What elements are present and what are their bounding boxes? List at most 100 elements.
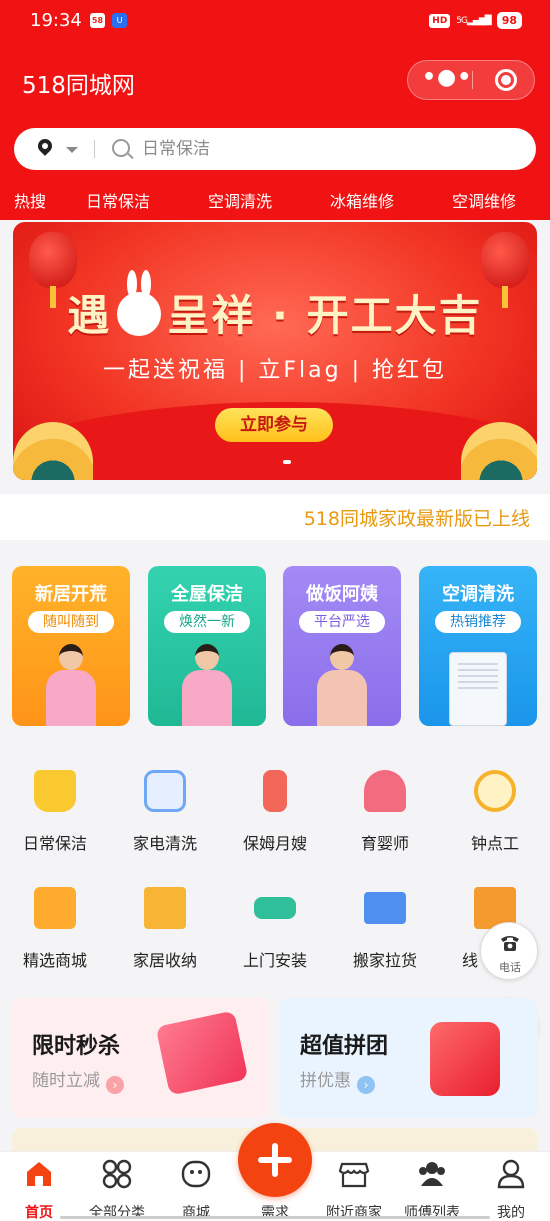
banner-title-left: 遇 [67,291,112,340]
service-card-title: 空调清洗 [442,584,514,605]
service-card-cooking[interactable]: 做饭阿姨 平台严选 [283,566,401,726]
header-bar: 19:34 58 U HD 5G▂▄▆█ 98 518同城网 •●• 热搜 日常… [0,0,550,220]
cleaner-illustration [46,644,96,726]
promo-group-buy[interactable]: 超值拼团 拼优惠 › [280,998,538,1118]
notice-bar[interactable]: 518同城家政最新版已上线 [0,494,550,540]
arrow-right-icon: › [106,1076,124,1094]
service-card-new-home[interactable]: 新居开荒 随叫随到 [12,566,130,726]
status-time: 19:34 [30,10,82,31]
alarm-clock-icon [474,770,516,812]
carousel-indicator [283,460,291,464]
grid-item-daily-cleaning[interactable]: 日常保洁 [0,770,110,870]
target-circle-icon[interactable] [495,69,517,91]
search-icon [112,139,130,157]
network-type: 5G [456,15,468,26]
battery-icon: 98 [496,12,522,29]
page-title: 518同城网 [22,73,135,99]
mini-program-capsule: •●• [407,60,535,100]
workers-icon [419,1162,445,1186]
chevron-down-icon[interactable] [66,147,78,153]
service-card-title: 新居开荒 [35,584,107,605]
grid-item-label: 家电清洗 [132,834,197,853]
grid-item-label: 保姆月嫂 [242,834,307,853]
lantern-left-icon [29,232,77,308]
search-bar [14,128,536,170]
coupon-illustration-icon [155,1010,249,1096]
mall-face-icon [181,1160,211,1188]
hot-term-daily-cleaning[interactable]: 日常保洁 [86,188,150,212]
grid-item-childcare[interactable]: 育婴师 [330,770,440,870]
grid-item-mall[interactable]: 精选商城 [0,887,110,987]
promo-flash-sale[interactable]: 限时秒杀 随时立减 › [12,998,270,1118]
grid-item-label: 搬家拉货 [352,951,417,970]
tab-all-categories[interactable]: 全部分类 [78,1152,156,1221]
promo-title: 限时秒杀 [32,1034,121,1059]
shopping-bag-icon [34,887,76,929]
grid-item-nanny[interactable]: 保姆月嫂 [220,770,330,870]
hand-coupon-illustration-icon [430,1022,500,1096]
washing-machine-icon [144,770,186,812]
air-conditioner-icon [449,652,507,726]
promo-subtitle: 随时立减 › [32,1066,124,1094]
grid-item-moving[interactable]: 搬家拉货 [330,887,440,987]
grid-item-installation[interactable]: 上门安装 [220,887,330,987]
profile-icon [497,1159,525,1189]
grid-item-label: 家居收纳 [132,951,197,970]
join-now-button[interactable]: 立即参与 [215,408,333,442]
hd-icon: HD [429,13,451,28]
hot-term-ac-repair[interactable]: 空调维修 [452,188,516,212]
service-card-whole-house[interactable]: 全屋保洁 焕然一新 [148,566,266,726]
grid-item-label: 钟点工 [470,834,519,853]
banner-title: 遇 呈祥 · 开工大吉 [13,270,537,343]
lantern-right-icon [481,232,529,308]
arrow-right-icon: › [357,1076,375,1094]
promo-subtitle: 拼优惠 › [300,1066,375,1094]
cook-illustration [317,644,367,726]
cleaner-illustration [182,644,232,726]
phone-icon [501,936,519,951]
tab-home[interactable]: 首页 [0,1152,78,1221]
rabbit-icon [117,270,162,336]
tab-mall[interactable]: 商城 [157,1152,235,1221]
hot-term-ac-cleaning[interactable]: 空调清洗 [208,188,272,212]
tab-worker-list[interactable]: 师傅列表 [393,1152,471,1221]
stroller-icon [364,770,406,812]
hot-term-fridge-repair[interactable]: 冰箱维修 [330,188,394,212]
phone-float-button[interactable]: 电话 [480,922,538,980]
promo-banner[interactable]: 遇 呈祥 · 开工大吉 一起送祝福 | 立Flag | 抢红包 立即参与 [13,222,537,480]
nearby-store-icon [338,1162,370,1188]
truck-icon [364,892,406,924]
grid-item-label: 上门安装 [242,951,307,970]
home-icon [27,1162,51,1186]
banner-subtitle: 一起送祝福 | 立Flag | 抢红包 [102,358,447,383]
status-bar: 19:34 58 U HD 5G▂▄▆█ 98 [0,0,550,44]
grid-item-appliance-cleaning[interactable]: 家电清洗 [110,770,220,870]
service-card-title: 全屋保洁 [171,584,243,605]
grid-item-hourly-worker[interactable]: 钟点工 [440,770,550,870]
drill-icon [254,897,296,919]
promo-subtitle-text: 随时立减 [32,1071,100,1091]
grid-item-storage[interactable]: 家居收纳 [110,887,220,987]
promo-subtitle-text: 拼优惠 [300,1071,351,1091]
grid-item-label: 育婴师 [360,834,409,853]
service-card-ac-cleaning[interactable]: 空调清洗 热销推荐 [419,566,537,726]
bucket-icon [34,770,76,812]
capsule-divider [472,71,473,89]
service-card-tag: 热销推荐 [435,611,521,633]
plus-icon[interactable] [238,1123,312,1197]
app-58-icon: 58 [90,13,105,28]
service-card-tag: 平台严选 [299,611,385,633]
service-card-tag: 焕然一新 [164,611,250,633]
promo-title: 超值拼团 [300,1034,389,1059]
app-shield-icon: U [112,13,127,28]
tab-mine[interactable]: 我的 [472,1152,550,1221]
signal-icon: 5G▂▄▆█ [456,15,491,26]
grid-item-label: 日常保洁 [22,834,87,853]
more-dots-icon[interactable]: •●• [422,61,472,99]
search-input[interactable] [142,134,502,164]
banner-title-right: 呈祥 · 开工大吉 [167,291,483,340]
notice-text: 518同城家政最新版已上线 [303,508,530,530]
hot-search-row: 热搜 日常保洁 空调清洗 冰箱维修 空调维修 [0,186,550,216]
location-pin-icon[interactable] [36,139,54,161]
tab-nearby-merchants[interactable]: 附近商家 [315,1152,393,1221]
